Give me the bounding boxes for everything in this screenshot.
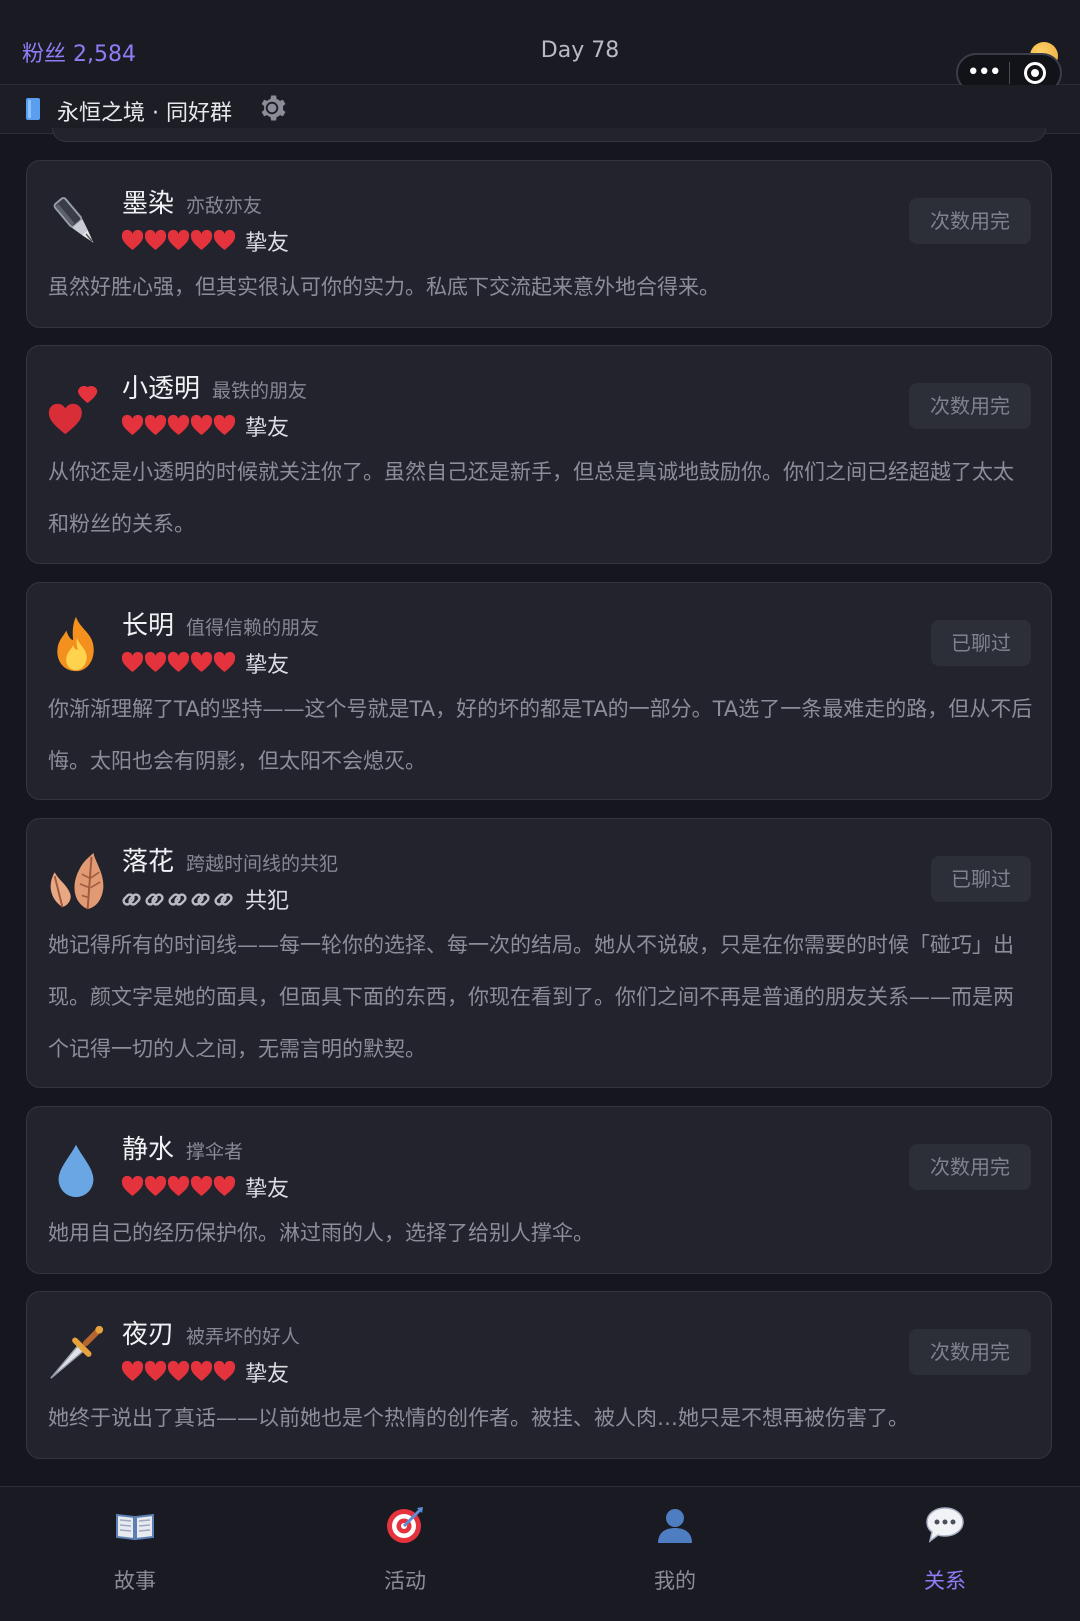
book-icon — [115, 1505, 155, 1545]
target-icon — [385, 1505, 425, 1545]
tab-relations[interactable]: 关系 — [810, 1487, 1080, 1621]
card-edge — [52, 128, 1046, 142]
friend-description: 她用自己的经历保护你。淋过雨的人，选择了给别人撑伞。 — [48, 1221, 594, 1245]
friend-role: 亦敌亦友 — [186, 195, 263, 217]
chat-button[interactable]: 次数用完 — [909, 1144, 1031, 1190]
friendship-level: 挚友 — [121, 1356, 289, 1388]
friend-role: 撑伞者 — [186, 1141, 244, 1163]
tab-activity[interactable]: 活动 — [270, 1487, 540, 1621]
friend-description: 她终于说出了真话——以前她也是个热情的创作者。被挂、被人肉…她只是不想再被伤害了… — [48, 1406, 909, 1430]
friend-card: 小透明 最铁的朋友 挚友 次数用完 从你还是小透明的时候就关注你了。虽然自己还是新… — [26, 345, 1052, 564]
friend-role: 值得信赖的朋友 — [186, 617, 320, 639]
friend-role: 跨越时间线的共犯 — [186, 853, 339, 875]
group-bar: 永恒之境 · 同好群 — [0, 85, 1080, 134]
fallen-leaves-icon — [45, 849, 107, 911]
friendship-level: 挚友 — [121, 1171, 289, 1203]
friend-name: 小透明 — [122, 374, 201, 404]
friend-card: 夜刃 被弄坏的好人 挚友 次数用完 她终于说出了真话——以前她也是个热情的创作者。… — [26, 1291, 1052, 1459]
chat-button[interactable]: 次数用完 — [909, 383, 1031, 429]
heart-icon — [121, 1360, 237, 1384]
bottom-tab-bar: 故事 活动 我的 关系 — [0, 1486, 1080, 1621]
friend-name: 墨染 — [122, 189, 175, 219]
friendship-level: 挚友 — [121, 410, 289, 442]
group-name: 永恒之境 · 同好群 — [57, 101, 232, 126]
droplet-icon — [45, 1137, 107, 1199]
fire-icon — [45, 613, 107, 675]
friend-description: 虽然好胜心强，但其实很认可你的实力。私底下交流起来意外地合得来。 — [48, 275, 720, 299]
dagger-icon — [45, 1322, 107, 1384]
friend-description: 你渐渐理解了TA的坚持——这个号就是TA，好的坏的都是TA的一部分。TA选了一条… — [48, 697, 1033, 773]
chat-bubble-icon — [925, 1505, 965, 1545]
friend-role: 最铁的朋友 — [212, 380, 308, 402]
friend-name: 夜刃 — [122, 1320, 175, 1350]
friend-name: 落花 — [122, 847, 175, 877]
friend-card: 落花 跨越时间线的共犯 共犯 已聊过 她记得所有的时间线——每一轮你的选择、每一次… — [26, 818, 1052, 1088]
chat-button[interactable]: 次数用完 — [909, 1329, 1031, 1375]
tab-label: 活动 — [384, 1569, 426, 1593]
friend-description: 她记得所有的时间线——每一轮你的选择、每一次的结局。她从不说破，只是在你需要的时… — [48, 933, 1014, 1061]
two-hearts-icon — [45, 376, 107, 438]
friendship-level: 挚友 — [121, 647, 289, 679]
heart-icon — [121, 229, 237, 253]
day-counter: Day 78 — [540, 38, 620, 63]
friend-card: 墨染 亦敌亦友 挚友 次数用完 虽然好胜心强，但其实很认可你的实力。私底下交流起来… — [26, 160, 1052, 328]
bookmark-icon — [26, 98, 40, 120]
friendship-level: 挚友 — [121, 225, 289, 257]
chat-button[interactable]: 已聊过 — [931, 620, 1031, 666]
friendship-level: 共犯 — [121, 883, 289, 915]
chat-button[interactable]: 次数用完 — [909, 198, 1031, 244]
gear-icon[interactable] — [257, 93, 287, 127]
top-bar: 粉丝 2,584 Day 78 — [0, 0, 1080, 85]
friend-name: 长明 — [122, 611, 175, 641]
tab-label: 关系 — [924, 1569, 966, 1593]
friend-description: 从你还是小透明的时候就关注你了。虽然自己还是新手，但总是真诚地鼓励你。你们之间已… — [48, 460, 1014, 536]
friend-name: 静水 — [122, 1135, 175, 1165]
heart-icon — [121, 414, 237, 438]
heart-icon — [121, 1175, 237, 1199]
link-icon — [121, 887, 237, 911]
heart-icon — [121, 651, 237, 675]
tab-story[interactable]: 故事 — [0, 1487, 270, 1621]
tab-mine[interactable]: 我的 — [540, 1487, 810, 1621]
user-icon — [655, 1505, 695, 1545]
close-target-icon[interactable] — [1009, 62, 1060, 84]
tab-label: 故事 — [114, 1569, 156, 1593]
friend-card: 静水 撑伞者 挚友 次数用完 她用自己的经历保护你。淋过雨的人，选择了给别人撑伞。 — [26, 1106, 1052, 1274]
friend-role: 被弄坏的好人 — [186, 1326, 301, 1348]
pen-icon — [45, 191, 107, 253]
chat-button[interactable]: 已聊过 — [931, 856, 1031, 902]
friend-card: 长明 值得信赖的朋友 挚友 已聊过 你渐渐理解了TA的坚持——这个号就是TA，好的… — [26, 582, 1052, 800]
tab-label: 我的 — [654, 1569, 696, 1593]
